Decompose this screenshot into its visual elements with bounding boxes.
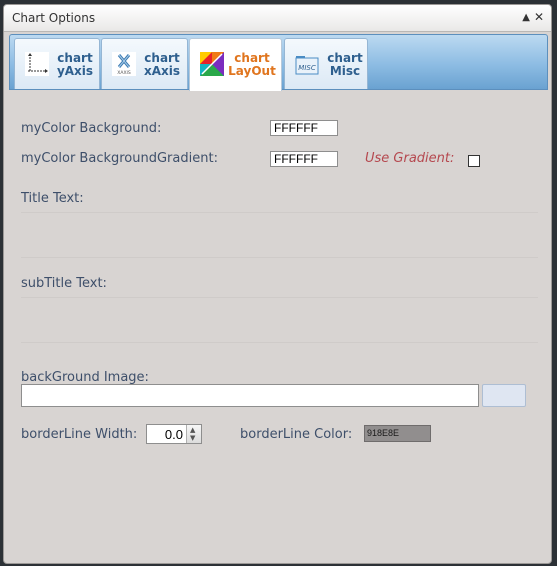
tab-label-line2: LayOut [228, 64, 276, 78]
chart-options-window: Chart Options ▲ ✕ chart yAxis XAXIS char… [3, 4, 552, 564]
window-title: Chart Options [12, 11, 96, 25]
border-color-label: borderLine Color: [240, 427, 353, 442]
border-width-value: 0.0 [164, 427, 183, 442]
tab-chart-misc[interactable]: MISC chart Misc [284, 38, 368, 89]
stepper-down-icon[interactable]: ▼ [190, 434, 195, 442]
subtitle-text-label: subTitle Text: [21, 276, 107, 291]
tab-label-line2: xAxis [143, 64, 181, 78]
tab-label-line2: yAxis [56, 64, 94, 78]
tab-chart-xaxis[interactable]: XAXIS chart xAxis [101, 38, 188, 89]
misc-folder-icon: MISC [295, 56, 319, 75]
use-gradient-checkbox[interactable] [468, 155, 480, 167]
subtitle-text-area[interactable] [21, 297, 538, 343]
stepper-up-icon[interactable]: ▲ [190, 426, 195, 434]
title-text-label: Title Text: [21, 191, 84, 206]
use-gradient-label: Use Gradient: [365, 151, 455, 166]
bg-gradient-label: myColor BackgroundGradient: [21, 151, 218, 166]
bg-gradient-input[interactable]: FFFFFF [270, 151, 338, 167]
browse-image-button[interactable] [482, 384, 526, 407]
border-color-value: 918E8E [367, 428, 400, 438]
x-axis-icon-caption: XAXIS [117, 70, 131, 76]
misc-icon-caption: MISC [298, 64, 316, 72]
color-palette-icon [200, 52, 224, 76]
bg-color-label: myColor Background: [21, 121, 162, 136]
bg-color-input[interactable]: FFFFFF [270, 120, 338, 136]
y-axis-chart-icon [25, 52, 49, 76]
tab-strip: chart yAxis XAXIS chart xAxis chart LayO… [9, 34, 548, 91]
border-width-label: borderLine Width: [21, 427, 138, 442]
border-width-stepper[interactable]: 0.0 ▲ ▼ [146, 424, 202, 444]
tab-label-line2: Misc [329, 64, 361, 78]
border-color-swatch[interactable]: 918E8E [364, 425, 431, 442]
collapse-icon[interactable]: ▲ [522, 11, 530, 25]
tab-chart-yaxis[interactable]: chart yAxis [14, 38, 100, 89]
bg-image-label: backGround Image: [21, 370, 149, 385]
title-bar[interactable]: Chart Options ▲ ✕ [4, 5, 551, 32]
tab-chart-layout[interactable]: chart LayOut [189, 38, 282, 91]
x-axis-chart-icon: XAXIS [112, 52, 136, 76]
bg-image-input[interactable] [21, 384, 479, 407]
close-icon[interactable]: ✕ [534, 10, 544, 24]
title-text-area[interactable] [21, 212, 538, 258]
